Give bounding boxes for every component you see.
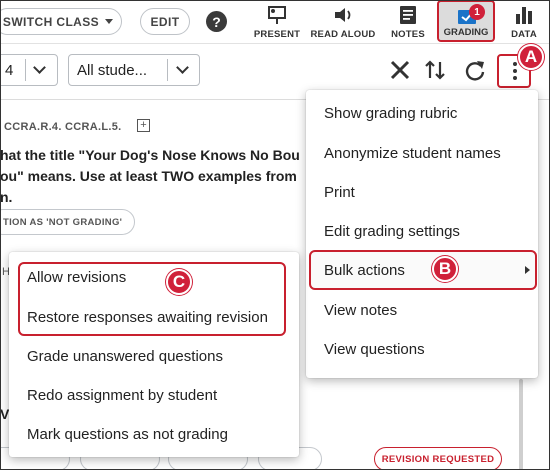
tool-present[interactable]: PRESENT [250,2,304,42]
tool-grading[interactable]: 1 GRADING [437,0,495,42]
notes-icon [400,6,416,24]
callout-b: B [432,256,458,282]
bulk-actions-highlight [309,250,537,290]
menu-item-grade-unanswered[interactable]: Grade unanswered questions [9,337,299,376]
add-standard-icon[interactable]: + [137,119,150,132]
tool-label: READ ALOUD [310,29,376,40]
revision-options-highlight [18,262,286,336]
revision-requested-badge[interactable]: REVISION REQUESTED [374,447,502,470]
top-toolbar: SWITCH CLASS EDIT ? PRESENT READ ALOUD N… [0,0,550,44]
tool-label: NOTES [391,29,425,40]
assignment-select[interactable]: 4 [0,54,58,86]
tool-label: PRESENT [253,29,301,40]
edit-button[interactable]: EDIT [140,8,190,35]
notification-badge: 1 [469,4,485,20]
menu-item-view-questions[interactable]: View questions [306,330,538,369]
menu-item-mark-not-grading[interactable]: Mark questions as not grading [9,415,299,454]
menu-item-show-grading-rubric[interactable]: Show grading rubric [306,94,538,133]
question-text: hat the title "Your Dog's Nose Knows No … [0,147,300,205]
callout-a: A [518,44,544,70]
tool-label: GRADING [443,27,489,38]
close-icon[interactable] [388,58,412,82]
menu-item-redo-assignment[interactable]: Redo assignment by student [9,376,299,415]
partial-label: V [0,406,10,422]
assignment-select-value: 4 [5,62,14,79]
menu-item-view-notes[interactable]: View notes [306,291,538,330]
help-icon[interactable]: ? [206,11,227,32]
refresh-icon[interactable] [463,58,487,82]
switch-class-button[interactable]: SWITCH CLASS [0,8,122,35]
bar-chart-icon [516,7,532,24]
chevron-down-icon [33,61,46,74]
edit-label: EDIT [150,14,180,29]
mark-not-grading-button[interactable]: TION AS 'NOT GRADING' [0,209,136,235]
callout-c: C [166,269,192,295]
more-vertical-icon [513,62,517,83]
switch-class-label: SWITCH CLASS [2,14,100,29]
tool-data[interactable]: DATA [502,2,546,42]
tool-label: DATA [511,29,537,40]
student-select[interactable]: All stude... [68,54,200,86]
menu-item-print[interactable]: Print [306,173,538,212]
more-options-menu: Show grading rubric Anonymize student na… [306,90,538,378]
tool-notes[interactable]: NOTES [384,2,432,42]
standards-tags: CCRA.R.4. CCRA.L.5. [4,121,122,133]
present-icon [268,6,286,24]
caret-down-icon [105,19,114,24]
tool-read-aloud[interactable]: READ ALOUD [308,2,378,42]
student-select-value: All stude... [77,62,148,79]
speaker-icon [335,8,351,22]
menu-item-anonymize-student-names[interactable]: Anonymize student names [306,134,538,173]
sort-icon[interactable] [423,58,447,82]
menu-item-edit-grading-settings[interactable]: Edit grading settings [306,212,538,251]
chevron-down-icon [176,61,189,74]
